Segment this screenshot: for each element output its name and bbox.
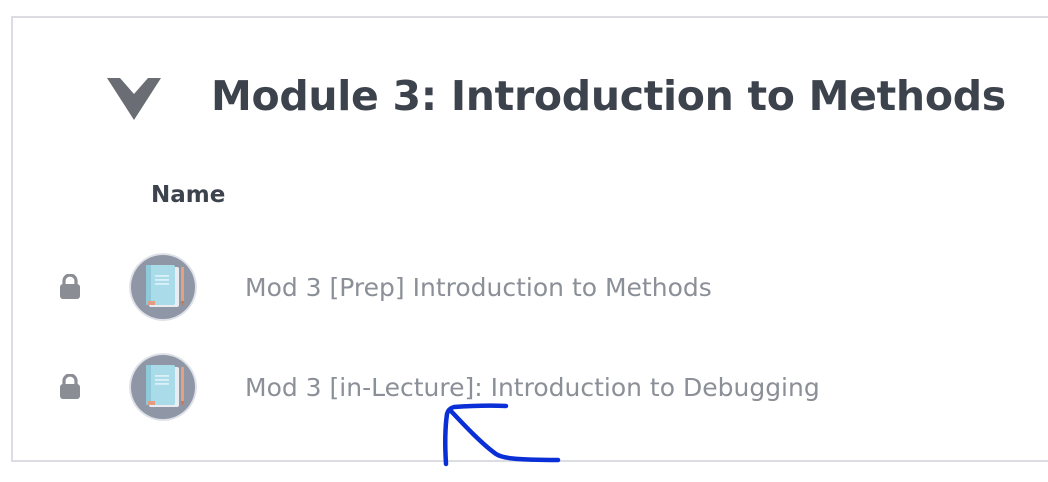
name-column-header: Name — [151, 182, 226, 208]
lock-icon — [59, 273, 81, 300]
lock-icon — [59, 373, 81, 400]
module-item-link[interactable]: Mod 3 [Prep] Introduction to Methods — [245, 272, 712, 304]
book-icon[interactable] — [129, 353, 197, 421]
chevron-down-icon[interactable] — [107, 78, 161, 120]
list-item: Mod 3 [in-Lecture]: Introduction to Debu… — [0, 353, 1048, 423]
module-title: Module 3: Introduction to Methods — [211, 72, 1006, 120]
module-item-link[interactable]: Mod 3 [in-Lecture]: Introduction to Debu… — [245, 372, 820, 404]
book-icon[interactable] — [129, 253, 197, 321]
list-item: Mod 3 [Prep] Introduction to Methods — [0, 253, 1048, 323]
